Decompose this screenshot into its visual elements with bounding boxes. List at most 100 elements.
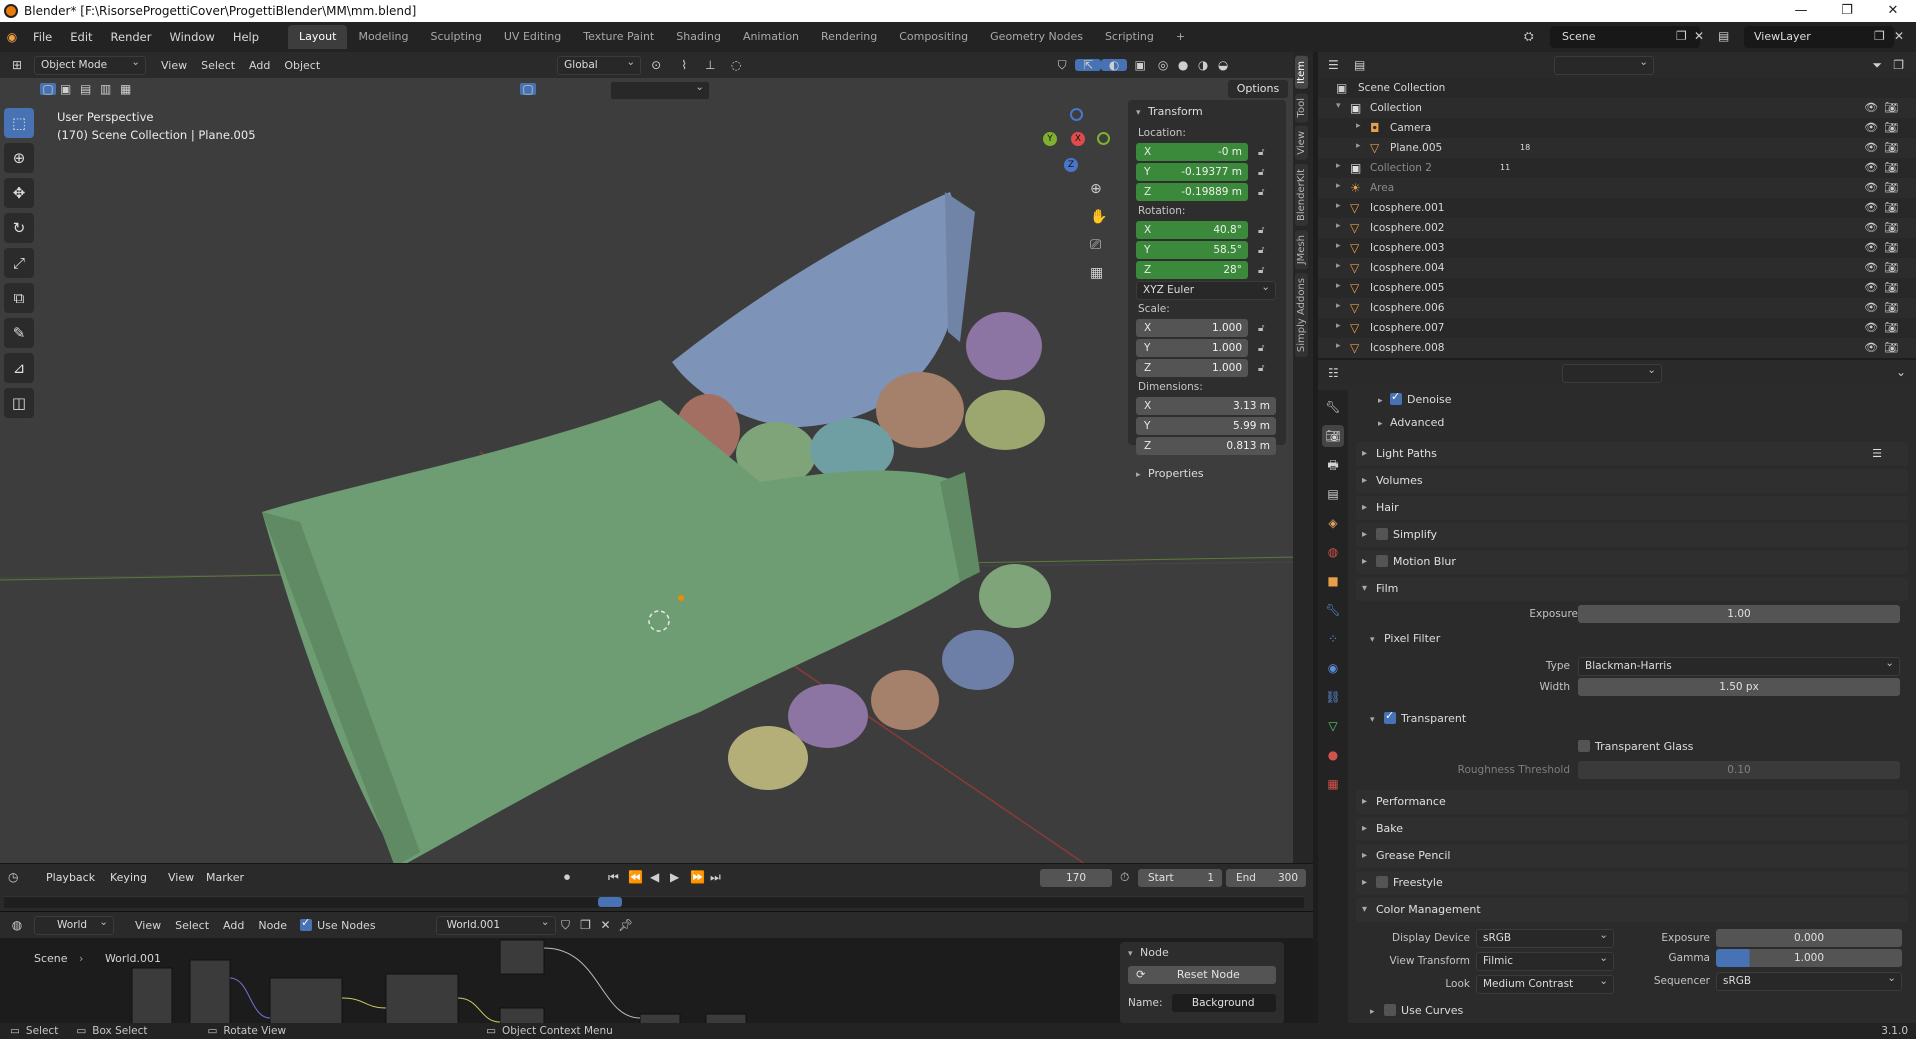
frame-scrubber[interactable] [4,896,1304,908]
rotation-y-field[interactable]: Y 58.5° [1136,241,1248,259]
scene-icon[interactable]: ⛭ [1524,30,1534,42]
outliner-row[interactable]: ▸ ▽ Icosphere.008 👁︎📷︎ [1318,338,1916,358]
visibility-toggles[interactable]: 👁︎📷︎ [1864,338,1904,358]
visibility-toggles[interactable]: 👁︎📷︎ [1864,118,1904,138]
dimensions-y-field[interactable]: Y 5.99 m [1136,417,1276,435]
simplify-checkbox[interactable] [1376,528,1388,540]
visibility-toggles[interactable]: 👁︎📷︎ [1864,138,1904,158]
shading-solid-icon[interactable]: ● [1173,59,1193,71]
chevron-right-icon[interactable]: ▸ [1336,182,1341,191]
tab-layout[interactable]: Layout [288,25,348,49]
dimensions-z-field[interactable]: Z 0.813 m [1136,437,1276,455]
filter-funnel-icon[interactable]: ⏷ [1872,59,1882,71]
properties-subpanel[interactable]: ▸ Properties [1128,462,1286,486]
mode-selector[interactable]: Object Mode [34,54,146,75]
marker-menu[interactable]: Marker [206,871,244,884]
chevron-right-icon[interactable]: ▸ [1336,302,1341,311]
visibility-toggles[interactable]: 👁︎📷︎ [1864,298,1904,318]
scale-y-field[interactable]: Y 1.000 [1136,339,1248,357]
tab-tool[interactable]: Tool [1295,92,1308,123]
minimize-button[interactable]: — [1778,0,1824,22]
menu-view[interactable]: View [154,59,194,72]
visibility-toggles[interactable]: 👁︎📷︎ [1864,318,1904,338]
tab-uv-editing[interactable]: UV Editing [493,25,572,49]
tab-shading[interactable]: Shading [665,25,732,49]
move-tool[interactable]: ✥ [4,178,34,208]
visibility-toggles[interactable]: 👁︎📷︎ [1864,98,1904,118]
texture-tab-icon[interactable]: ▦ [1322,773,1344,795]
panel-freestyle[interactable]: ▸ Freestyle [1356,871,1908,895]
panel-bake[interactable]: ▸ Bake [1356,817,1908,841]
reset-node-button[interactable]: ⟳ Reset Node [1128,966,1276,984]
start-frame-field[interactable]: Start 1 [1138,869,1222,887]
panel-film[interactable]: ▾ Film [1356,577,1908,601]
transform-tool[interactable]: ⧉ [4,283,34,313]
chevron-right-icon[interactable]: ▸ [1336,322,1341,331]
visibility-toggles[interactable]: 👁︎📷︎ [1864,198,1904,218]
chevron-down-icon[interactable]: ▾ [1336,102,1341,111]
tab-view[interactable]: View [1295,126,1308,160]
roughness-threshold-field[interactable]: 0.10 [1578,761,1900,779]
jump-keyframe-back-icon[interactable]: ⏪ [628,871,643,883]
filter-type-select[interactable]: Blackman-Harris [1578,655,1900,676]
pin-icon[interactable]: 📌︎ [616,919,636,931]
chevron-down-icon[interactable]: ⌄ [1896,366,1906,378]
add-cube-tool[interactable]: ◫ [4,388,34,418]
panel-motion-blur[interactable]: ▸ Motion Blur [1356,550,1908,574]
panel-light-paths[interactable]: ▸ Light Paths ☰ [1356,442,1908,466]
panel-volumes[interactable]: ▸ Volumes [1356,469,1908,493]
jump-keyframe-forward-icon[interactable]: ⏩ [690,871,705,883]
use-nodes-checkbox[interactable] [300,916,313,931]
view-layer-tab-icon[interactable]: ▤ [1322,483,1344,505]
chevron-right-icon[interactable]: ▸ [1356,142,1361,151]
pixel-filter-subpanel[interactable]: ▾ Pixel Filter [1370,632,1440,645]
node-name-field[interactable]: Background [1171,994,1276,1012]
panel-simplify[interactable]: ▸ Simplify [1356,523,1908,547]
transparent-glass-checkbox[interactable] [1578,740,1590,752]
fake-user-icon[interactable]: ⛉ [556,919,576,931]
tab-blenderkit[interactable]: BlenderKit [1295,163,1308,226]
filter-icon[interactable]: ▢ [520,83,536,95]
filter-width-field[interactable]: 1.50 px [1578,678,1900,696]
overlay-toggle-icon[interactable]: ◐ [1101,59,1128,71]
motion-blur-checkbox[interactable] [1376,555,1388,567]
chevron-right-icon[interactable]: ▸ [1336,242,1341,251]
properties-editor-icon[interactable]: ☷ [1328,367,1339,379]
visibility-toggles[interactable]: 👁︎📷︎ [1864,278,1904,298]
visibility-toggles[interactable]: 👁︎📷︎ [1864,178,1904,198]
freestyle-checkbox[interactable] [1376,876,1388,888]
output-tab-icon[interactable]: 🖶︎ [1322,454,1344,476]
ne-menu-add[interactable]: Add [216,919,251,932]
outliner-row[interactable]: ▸ ☀ Area 👁︎📷︎ [1318,178,1916,198]
data-tab-icon[interactable]: ▽ [1322,715,1344,737]
physics-tab-icon[interactable]: ◉ [1322,657,1344,679]
gizmo-z-axis[interactable]: Z [1064,158,1078,172]
lock-icon[interactable]: 🔓︎ [1258,167,1264,178]
visibility-toggles[interactable]: 👁︎📷︎ [1864,218,1904,238]
panel-grease-pencil[interactable]: ▸ Grease Pencil [1356,844,1908,868]
cursor-tool[interactable]: ⊕ [4,143,34,173]
ne-menu-node[interactable]: Node [251,919,294,932]
editor-type-icon[interactable]: ⊞ [0,59,34,71]
chevron-right-icon[interactable]: ▸ [1336,202,1341,211]
outliner-editor-icon[interactable]: ☰ [1328,59,1339,71]
gizmo-top-dot[interactable] [1070,108,1083,121]
select-extend-icon[interactable]: ▣ [60,83,71,95]
tab-geometry-nodes[interactable]: Geometry Nodes [979,25,1094,49]
tab-simply-addons[interactable]: Simply Addons [1295,273,1308,358]
location-y-field[interactable]: Y -0.19377 m [1136,163,1248,181]
viewport-search[interactable] [610,79,710,100]
film-exposure-field[interactable]: 1.00 [1578,605,1900,623]
delete-scene-icon[interactable]: ✕ [1694,30,1704,42]
menu-render[interactable]: Render [102,22,161,52]
jump-end-icon[interactable]: ⏭ [710,871,721,883]
display-mode-icon[interactable]: ▤ [1354,59,1365,71]
tab-jmesh[interactable]: JMesh [1295,229,1308,270]
rotation-x-field[interactable]: X 40.8° [1136,221,1248,239]
object-tab-icon[interactable]: ■ [1322,570,1344,592]
tab-rendering[interactable]: Rendering [810,25,888,49]
current-frame-field[interactable]: 170 [1040,869,1112,887]
node-graph[interactable] [120,938,920,1023]
select-subtract-icon[interactable]: ▤ [80,83,91,95]
play-reverse-icon[interactable]: ◀ [650,871,659,883]
